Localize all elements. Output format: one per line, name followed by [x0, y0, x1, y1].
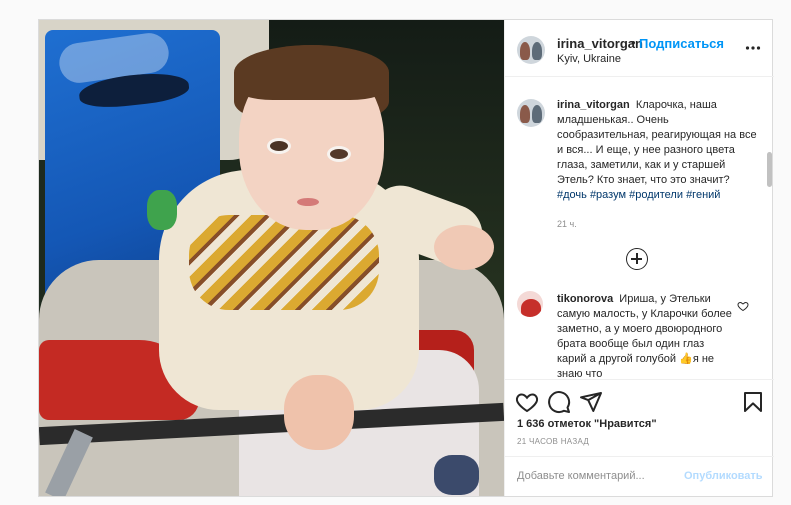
- comment-icon[interactable]: [547, 390, 571, 414]
- child-hair-front: [234, 45, 389, 100]
- hashtag[interactable]: #разум: [590, 189, 626, 201]
- child-hand-right: [434, 225, 494, 270]
- add-comment-form: Опубликовать: [505, 456, 774, 496]
- post-side-panel: irina_vitorgan • Подписаться Kyiv, Ukrai…: [504, 20, 774, 496]
- caption-username[interactable]: irina_vitorgan: [557, 99, 630, 111]
- author-avatar[interactable]: [517, 36, 545, 64]
- commenter-avatar[interactable]: [517, 291, 543, 317]
- post-actions: 1 636 отметок "Нравится" 21 ЧАСОВ НАЗАД: [505, 379, 774, 449]
- paper-plane-icon[interactable]: [579, 390, 603, 414]
- post-header: irina_vitorgan • Подписаться Kyiv, Ukrai…: [505, 20, 774, 77]
- comment-username[interactable]: tikonorova: [557, 293, 613, 305]
- post-caption: irina_vitorgan Кларочка, наша младшенька…: [557, 98, 757, 203]
- sweater-pattern: [189, 215, 379, 310]
- plus-circle-icon[interactable]: [626, 248, 648, 270]
- hashtag[interactable]: #родители: [629, 189, 683, 201]
- header-separator: •: [631, 35, 636, 50]
- hashtag[interactable]: #дочь: [557, 189, 587, 201]
- post-photo[interactable]: [39, 20, 504, 496]
- publish-button[interactable]: Опубликовать: [684, 470, 763, 482]
- child-eye-left: [267, 138, 291, 154]
- green-toy: [147, 190, 177, 230]
- bookmark-icon[interactable]: [741, 390, 765, 414]
- child-eye-right: [327, 146, 351, 162]
- likes-count[interactable]: 1 636 отметок "Нравится": [517, 418, 657, 430]
- post-card: irina_vitorgan • Подписаться Kyiv, Ukrai…: [38, 19, 774, 497]
- comment-text: Ириша, у Этельки самую малость, у Клароч…: [557, 293, 732, 379]
- child-sock: [434, 455, 479, 495]
- child-mouth: [297, 198, 319, 206]
- heart-icon[interactable]: [515, 390, 539, 414]
- child-hand-left: [284, 375, 354, 450]
- comment-item: tikonorova Ириша, у Этельки самую малост…: [557, 292, 732, 379]
- caption-timestamp: 21 ч.: [557, 219, 577, 229]
- follow-button[interactable]: Подписаться: [639, 36, 724, 51]
- hashtag[interactable]: #гений: [686, 189, 720, 201]
- comment-heart-icon[interactable]: [737, 299, 749, 312]
- caption-avatar[interactable]: [517, 99, 545, 127]
- comments-section[interactable]: irina_vitorgan Кларочка, наша младшенька…: [505, 77, 774, 379]
- comments-scrollbar[interactable]: [767, 152, 772, 187]
- more-options-icon[interactable]: [745, 38, 761, 58]
- comment-input[interactable]: [517, 465, 677, 487]
- post-location[interactable]: Kyiv, Ukraine: [557, 53, 621, 65]
- caption-text: Кларочка, наша младшенькая.. Очень сообр…: [557, 99, 757, 186]
- post-timestamp: 21 ЧАСОВ НАЗАД: [517, 437, 590, 446]
